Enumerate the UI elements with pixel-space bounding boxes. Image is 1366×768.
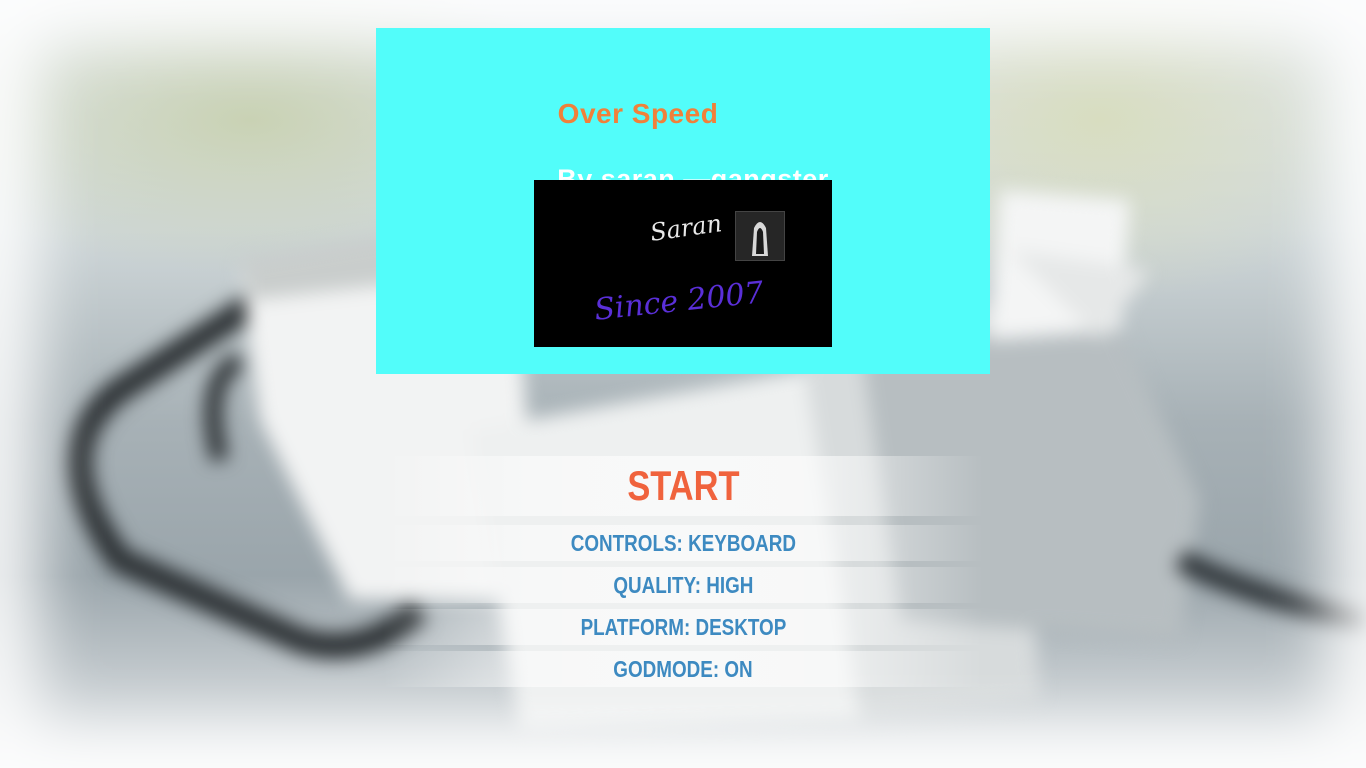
logo-since: Since 2007 — [592, 275, 766, 328]
start-label: START — [626, 462, 740, 509]
start-button[interactable]: START — [383, 456, 983, 516]
game-title: Over Speed — [557, 98, 719, 129]
platform-label: PLATFORM: DESKTOP — [580, 614, 786, 640]
quality-label: QUALITY: HIGH — [612, 572, 754, 598]
logo-name: Saran — [648, 209, 724, 247]
quality-option[interactable]: QUALITY: HIGH — [383, 567, 983, 603]
godmode-label: GODMODE: ON — [613, 656, 753, 682]
game-screen: Over Speed By saran —gangster Saran Sinc… — [0, 0, 1366, 768]
controls-label: CONTROLS: KEYBOARD — [570, 530, 796, 556]
godmode-option[interactable]: GODMODE: ON — [383, 651, 983, 687]
platform-option[interactable]: PLATFORM: DESKTOP — [383, 609, 983, 645]
author-logo: Saran Since 2007 — [534, 180, 832, 347]
author-photo-icon — [735, 211, 785, 261]
controls-option[interactable]: CONTROLS: KEYBOARD — [383, 525, 983, 561]
